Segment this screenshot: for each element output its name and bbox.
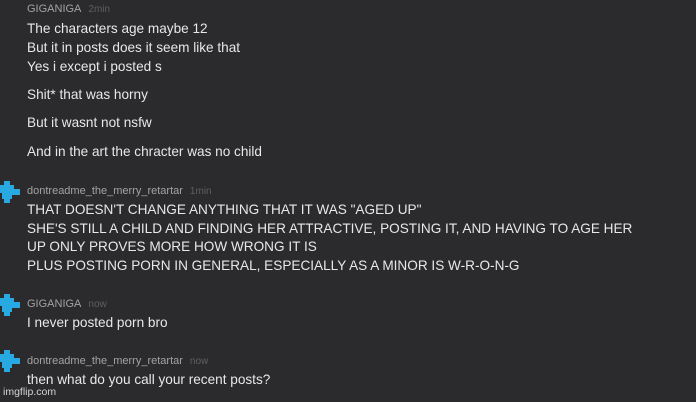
timestamp: now [189,356,209,367]
message-text: And in the art the chracter was no child [27,144,262,159]
message-text: I never posted porn bro [27,315,168,330]
message-text: THAT DOESN'T CHANGE ANYTHING THAT IT WAS… [27,202,422,217]
message-header: GIGANIGA 2min [27,3,110,16]
author-name[interactable]: dontreadme_the_merry_retartar [27,185,183,197]
blue-pixel-avatar-icon[interactable] [0,181,20,205]
author-name[interactable]: GIGANIGA [27,298,81,310]
message-text: PLUS POSTING PORN IN GENERAL, ESPECIALLY… [27,258,520,273]
message-text: Shit* that was horny [27,87,148,102]
blue-pixel-avatar-icon[interactable] [0,294,20,318]
author-name[interactable]: GIGANIGA [27,3,81,15]
timestamp: 2min [88,4,111,15]
timestamp: now [88,299,107,310]
message-header: dontreadme_the_merry_retartar now [27,355,208,368]
message-text: UP ONLY PROVES MORE HOW WRONG IT IS [27,239,317,254]
message-text: then what do you call your recent posts? [27,372,271,387]
watermark: imgflip.com [3,386,57,398]
message-text: Yes i except i posted s [27,59,162,74]
timestamp: 1min [189,186,212,197]
message-header: GIGANIGA now [27,298,107,311]
author-name[interactable]: dontreadme_the_merry_retartar [27,355,183,367]
message-text: But it wasnt not nsfw [27,115,152,130]
message-text: But it in posts does it seem like that [27,40,241,55]
message-text: SHE'S STILL A CHILD AND FINDING HER ATTR… [27,221,633,236]
message-header: dontreadme_the_merry_retartar 1min [27,185,212,198]
blue-pixel-avatar-icon[interactable] [0,350,20,374]
message-text: The characters age maybe 12 [27,21,208,36]
